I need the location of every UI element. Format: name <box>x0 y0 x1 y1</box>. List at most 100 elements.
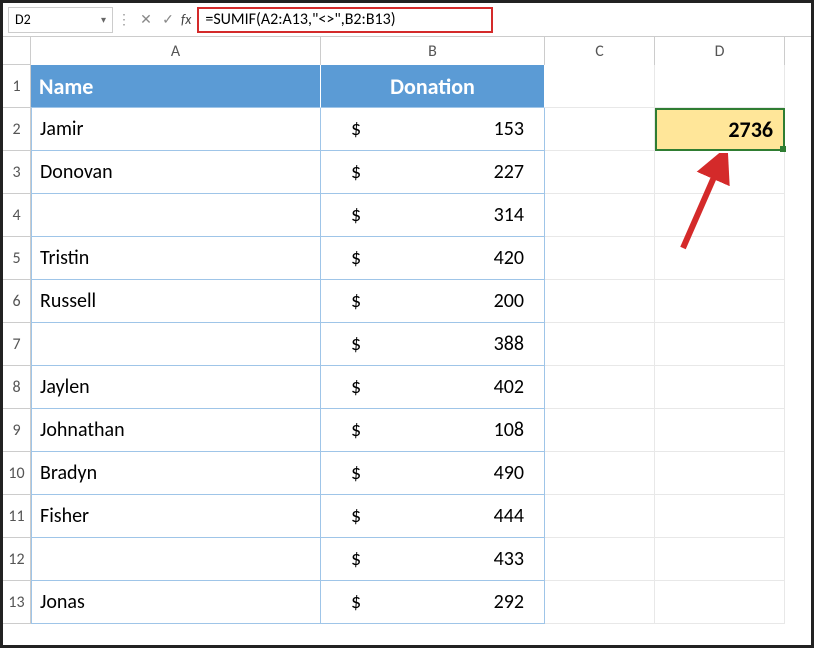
cell-donation[interactable]: $108 <box>321 409 545 452</box>
cell-d1[interactable] <box>655 65 785 108</box>
cell[interactable] <box>545 323 655 366</box>
table-row: Jaylen $402 <box>31 366 811 409</box>
cell[interactable] <box>545 581 655 624</box>
cell-donation[interactable]: $388 <box>321 323 545 366</box>
row-header[interactable]: 5 <box>3 237 31 280</box>
cell-donation[interactable]: $433 <box>321 538 545 581</box>
column-header-a[interactable]: A <box>31 37 321 65</box>
cell[interactable] <box>655 409 785 452</box>
currency-symbol: $ <box>351 289 361 313</box>
cell[interactable] <box>545 452 655 495</box>
row-header[interactable]: 11 <box>3 495 31 538</box>
cell-name[interactable] <box>31 323 321 366</box>
cell[interactable] <box>655 280 785 323</box>
chevron-down-icon[interactable]: ▾ <box>101 13 106 26</box>
spreadsheet-grid: 1 2 3 4 5 6 7 8 9 10 11 12 13 A B C D Na… <box>3 37 811 645</box>
row-header[interactable]: 3 <box>3 151 31 194</box>
row-header[interactable]: 13 <box>3 581 31 624</box>
cell-name[interactable] <box>31 194 321 237</box>
cell[interactable] <box>545 280 655 323</box>
cell-donation[interactable]: $314 <box>321 194 545 237</box>
row-header[interactable]: 2 <box>3 108 31 151</box>
cell-name[interactable]: Donovan <box>31 151 321 194</box>
cell[interactable] <box>545 366 655 409</box>
formula-input[interactable] <box>205 10 485 29</box>
amount-value: 433 <box>494 547 524 571</box>
row-header[interactable]: 10 <box>3 452 31 495</box>
row-header[interactable]: 4 <box>3 194 31 237</box>
cell-c2[interactable] <box>545 108 655 151</box>
select-all-corner[interactable] <box>3 37 31 65</box>
amount-value: 200 <box>494 289 524 313</box>
cell-name[interactable]: Tristin <box>31 237 321 280</box>
header-name[interactable]: Name <box>31 65 321 108</box>
name-box[interactable]: D2 ▾ <box>8 7 113 33</box>
cell-donation[interactable]: $420 <box>321 237 545 280</box>
column-header-b[interactable]: B <box>321 37 545 65</box>
cell-name[interactable]: Jonas <box>31 581 321 624</box>
amount-value: 314 <box>494 203 524 227</box>
currency-symbol: $ <box>351 117 361 141</box>
row-header[interactable]: 6 <box>3 280 31 323</box>
cell[interactable] <box>655 452 785 495</box>
cell-donation[interactable]: $490 <box>321 452 545 495</box>
table-row: Donovan $227 <box>31 151 811 194</box>
cell[interactable] <box>545 495 655 538</box>
cell[interactable] <box>655 151 785 194</box>
cell[interactable] <box>655 194 785 237</box>
amount-value: 388 <box>494 332 524 356</box>
row-header[interactable]: 12 <box>3 538 31 581</box>
cell[interactable] <box>655 495 785 538</box>
table-row: $388 <box>31 323 811 366</box>
cell[interactable] <box>655 366 785 409</box>
cell[interactable] <box>655 237 785 280</box>
table-row: Jonas $292 <box>31 581 811 624</box>
cell-name[interactable]: Johnathan <box>31 409 321 452</box>
currency-symbol: $ <box>351 461 361 485</box>
cell-name[interactable]: Jamir <box>31 108 321 151</box>
cell[interactable] <box>655 581 785 624</box>
cell-donation[interactable]: $292 <box>321 581 545 624</box>
amount-value: 292 <box>494 590 524 614</box>
cell[interactable] <box>655 323 785 366</box>
table-row: Bradyn $490 <box>31 452 811 495</box>
fx-icon[interactable]: fx <box>181 11 191 28</box>
cell-donation[interactable]: $153 <box>321 108 545 151</box>
currency-symbol: $ <box>351 590 361 614</box>
cell-name[interactable]: Bradyn <box>31 452 321 495</box>
row-header[interactable]: 8 <box>3 366 31 409</box>
currency-symbol: $ <box>351 203 361 227</box>
currency-symbol: $ <box>351 246 361 270</box>
header-donation[interactable]: Donation <box>321 65 545 108</box>
cell[interactable] <box>545 538 655 581</box>
table-row: Fisher $444 <box>31 495 811 538</box>
cell[interactable] <box>545 151 655 194</box>
cell-donation[interactable]: $227 <box>321 151 545 194</box>
amount-value: 108 <box>494 418 524 442</box>
cell[interactable] <box>545 194 655 237</box>
amount-value: 153 <box>494 117 524 141</box>
table-row: Name Donation <box>31 65 811 108</box>
accept-formula-button[interactable]: ✓ <box>157 9 179 31</box>
row-header-column: 1 2 3 4 5 6 7 8 9 10 11 12 13 <box>3 37 31 645</box>
cell-c1[interactable] <box>545 65 655 108</box>
row-header[interactable]: 9 <box>3 409 31 452</box>
result-cell[interactable]: 2736 <box>655 108 785 151</box>
cell[interactable] <box>545 237 655 280</box>
cell-donation[interactable]: $200 <box>321 280 545 323</box>
column-headers: A B C D <box>31 37 811 65</box>
cell[interactable] <box>545 409 655 452</box>
cell-name[interactable]: Fisher <box>31 495 321 538</box>
cancel-formula-button[interactable]: ✕ <box>135 9 157 31</box>
row-header[interactable]: 7 <box>3 323 31 366</box>
cell-donation[interactable]: $444 <box>321 495 545 538</box>
cell-donation[interactable]: $402 <box>321 366 545 409</box>
column-header-c[interactable]: C <box>545 37 655 65</box>
table-row: Jamir $153 2736 <box>31 108 811 151</box>
cell[interactable] <box>655 538 785 581</box>
row-header[interactable]: 1 <box>3 65 31 108</box>
cell-name[interactable]: Jaylen <box>31 366 321 409</box>
cell-name[interactable]: Russell <box>31 280 321 323</box>
column-header-d[interactable]: D <box>655 37 785 65</box>
cell-name[interactable] <box>31 538 321 581</box>
